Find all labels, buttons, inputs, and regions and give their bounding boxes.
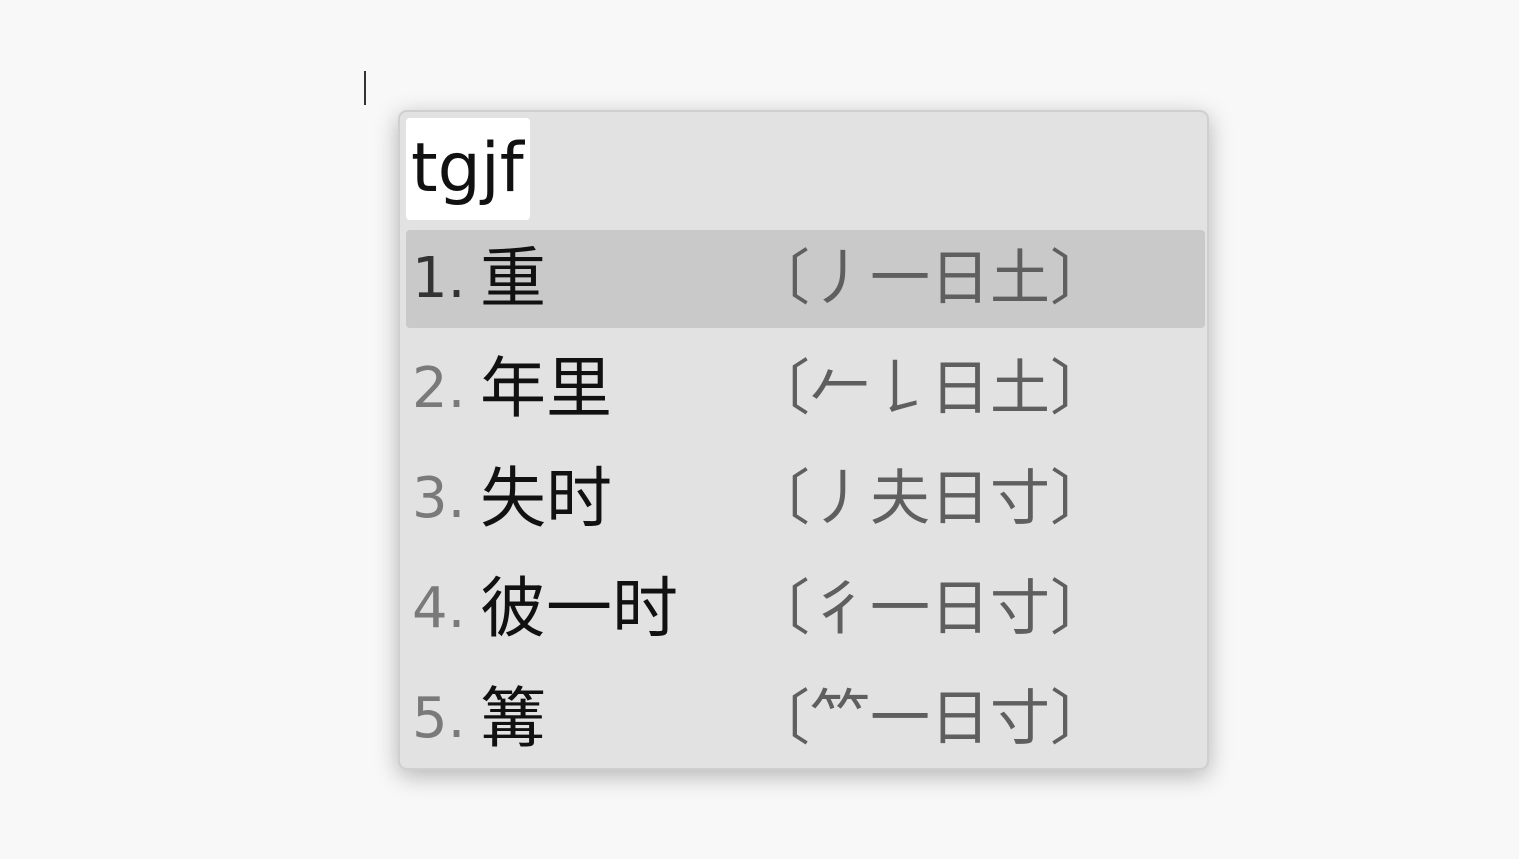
candidate-radical-code: 〔丿一日土〕 — [750, 244, 1110, 314]
candidate-item-1[interactable]: 1. 重 〔丿一日土〕 — [406, 230, 1205, 328]
candidate-text: 彼一时 — [480, 570, 678, 647]
candidate-item-3[interactable]: 3. 失时 〔丿夫日寸〕 — [406, 450, 1205, 548]
candidate-radical-code: 〔丿夫日寸〕 — [750, 464, 1110, 534]
candidate-item-4[interactable]: 4. 彼一时 〔彳一日寸〕 — [406, 560, 1205, 658]
candidate-index: 3. — [412, 466, 466, 531]
input-code-preedit: tgjf — [406, 118, 530, 220]
candidate-item-2[interactable]: 2. 年里 〔𠂉𠄌日土〕 — [406, 340, 1205, 438]
candidate-item-5[interactable]: 5. 篝 〔⺮一日寸〕 — [406, 670, 1205, 768]
ime-candidate-window: tgjf 1. 重 〔丿一日土〕 2. 年里 〔𠂉𠄌日土〕 3. 失时 〔丿夫日… — [398, 110, 1209, 770]
candidate-text: 年里 — [480, 350, 612, 427]
candidate-text: 重 — [480, 240, 546, 317]
candidate-index: 5. — [412, 686, 466, 751]
candidate-text: 失时 — [480, 460, 612, 537]
candidate-radical-code: 〔彳一日寸〕 — [750, 574, 1110, 644]
candidate-index: 4. — [412, 576, 466, 641]
candidate-index: 1. — [412, 246, 466, 311]
text-cursor — [364, 71, 366, 105]
candidate-index: 2. — [412, 356, 466, 421]
candidate-radical-code: 〔𠂉𠄌日土〕 — [750, 354, 1110, 424]
candidate-text: 篝 — [480, 680, 546, 757]
candidate-radical-code: 〔⺮一日寸〕 — [750, 684, 1110, 754]
